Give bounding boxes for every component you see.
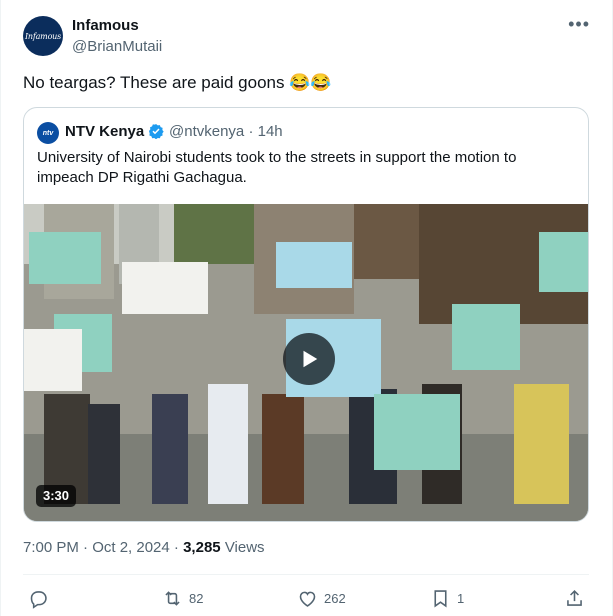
bookmark-button[interactable]: 1: [430, 587, 464, 609]
tweet-text: No teargas? These are paid goons 😂😂: [23, 73, 332, 92]
author-name[interactable]: Infamous: [72, 17, 139, 34]
tweet-meta: 7:00 PM · Oct 2, 2024 · 3,285 Views: [23, 539, 265, 556]
play-button[interactable]: [283, 333, 335, 385]
like-button[interactable]: 262: [297, 587, 346, 609]
reply-icon: [30, 590, 47, 609]
share-icon: [567, 589, 582, 606]
quote-author-handle[interactable]: @ntvkenya: [169, 123, 244, 140]
meta-separator: ·: [173, 539, 184, 556]
avatar[interactable]: Infamous: [23, 16, 63, 56]
retweet-button[interactable]: 82: [162, 587, 203, 609]
like-icon: [299, 591, 316, 607]
views-label: Views: [224, 539, 265, 556]
divider: [23, 574, 589, 575]
quote-text: University of Nairobi students took to t…: [37, 149, 517, 186]
quote-time: · 14h: [248, 123, 283, 140]
verified-icon: [149, 124, 164, 139]
bookmark-icon: [434, 589, 447, 607]
play-icon: [303, 350, 318, 368]
author-handle[interactable]: @BrianMutaii: [72, 38, 162, 55]
video-duration: 3:30: [36, 485, 77, 507]
avatar-text: Infamous: [24, 31, 62, 41]
reply-button[interactable]: [28, 587, 55, 609]
quote-avatar-text: ntv: [42, 129, 54, 137]
like-count: 262: [324, 590, 346, 606]
video-player[interactable]: 3:30: [24, 204, 588, 521]
tweet: Infamous Infamous @BrianMutaii ••• No te…: [0, 0, 613, 616]
timestamp[interactable]: 7:00 PM · Oct 2, 2024: [23, 539, 170, 556]
retweet-count: 82: [189, 590, 204, 606]
bookmark-count: 1: [457, 590, 465, 606]
quote-avatar[interactable]: ntv: [37, 122, 59, 144]
quote-author-name[interactable]: NTV Kenya: [65, 123, 144, 140]
share-button[interactable]: [564, 587, 585, 609]
quoted-tweet[interactable]: ntv NTV Kenya @ntvkenya · 14h University…: [23, 107, 589, 522]
quote-handle-time[interactable]: @ntvkenya · 14h: [169, 123, 283, 140]
more-icon[interactable]: •••: [568, 14, 590, 35]
retweet-icon: [165, 590, 180, 606]
views-count: 3,285: [183, 539, 221, 556]
